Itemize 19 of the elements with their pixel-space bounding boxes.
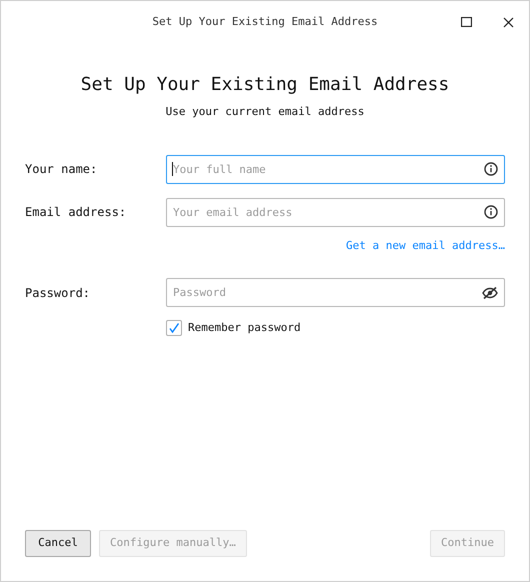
field-label: Your name: — [25, 161, 98, 178]
heading: Set Up Your Existing Email Address — [80, 73, 450, 97]
window-title: Set Up Your Existing Email Address — [152, 14, 378, 30]
maximize-button[interactable] — [459, 15, 473, 29]
input-field[interactable]: Your email address — [166, 198, 505, 226]
text-cursor — [172, 162, 173, 176]
dialog-button[interactable]: Cancel — [25, 530, 91, 557]
checkbox[interactable] — [166, 320, 182, 336]
eye-slash-icon[interactable] — [482, 286, 498, 300]
subheading: Use your current email address — [164, 104, 366, 120]
input-field[interactable]: Password — [166, 278, 505, 307]
close-button[interactable] — [501, 15, 515, 29]
new-email-link[interactable]: Get a new email address… — [346, 238, 505, 254]
field-label: Email address: — [25, 204, 128, 221]
field-label: Password: — [25, 284, 92, 302]
input-field[interactable]: Your full name — [166, 154, 505, 184]
info-icon[interactable] — [484, 205, 498, 219]
info-icon[interactable] — [484, 162, 498, 176]
checkbox-label: Remember password — [188, 320, 301, 336]
